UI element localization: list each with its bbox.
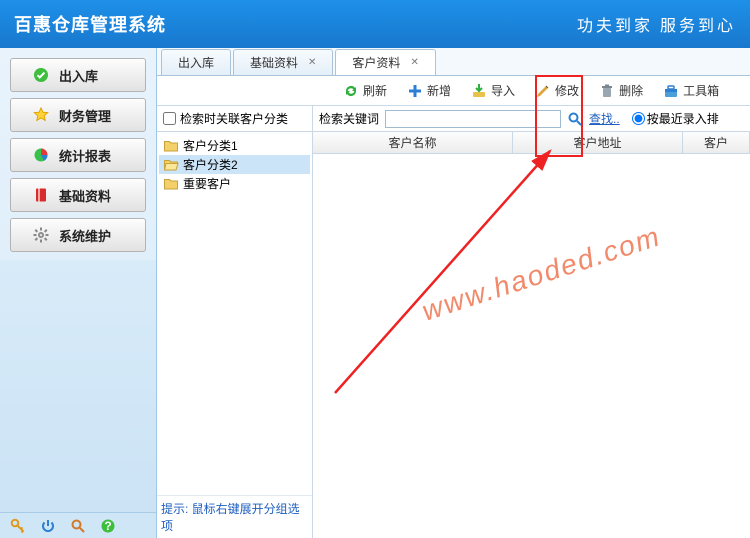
sidebar-item-label: 财务管理 — [59, 106, 111, 125]
tree-item[interactable]: 客户分类1 — [159, 136, 310, 155]
column-header-address[interactable]: 客户地址 — [513, 132, 683, 153]
sidebar-item-maintenance[interactable]: 系统维护 — [10, 218, 146, 252]
sidebar-bottom-toolbar: ? — [0, 512, 156, 538]
sidebar-item-basicdata[interactable]: 基础资料 — [10, 178, 146, 212]
column-header-name[interactable]: 客户名称 — [313, 132, 513, 153]
tab-label: 客户资料 — [352, 54, 400, 71]
keyword-label: 检索关键词 — [319, 110, 379, 127]
tree-item[interactable]: 重要客户 — [159, 174, 310, 193]
refresh-button[interactable]: 刷新 — [335, 79, 395, 102]
add-button[interactable]: 新增 — [399, 79, 459, 102]
sidebar-item-label: 统计报表 — [59, 146, 111, 165]
star-icon — [33, 107, 49, 123]
import-button[interactable]: 导入 — [463, 79, 523, 102]
toolbox-button[interactable]: 工具箱 — [655, 79, 727, 102]
folder-icon — [163, 138, 179, 154]
tab-inout[interactable]: 出入库 — [161, 49, 231, 75]
check-circle-icon — [33, 67, 49, 83]
sidebar-item-inout[interactable]: 出入库 — [10, 58, 146, 92]
keyword-input[interactable] — [385, 110, 561, 128]
folder-open-icon — [163, 157, 179, 173]
tab-basicdata[interactable]: 基础资料 ✕ — [233, 49, 333, 75]
grid-header: 客户名称 客户地址 客户 — [313, 132, 750, 154]
trash-icon — [599, 83, 615, 99]
toolbar-label: 新增 — [427, 82, 451, 99]
import-icon — [471, 83, 487, 99]
sidebar-item-label: 基础资料 — [59, 186, 111, 205]
category-tree-pane: 客户分类1 客户分类2 重要客户 提示: 鼠标右键展开分组选项 — [157, 132, 313, 538]
sidebar-item-stats[interactable]: 统计报表 — [10, 138, 146, 172]
toolbox-icon — [663, 83, 679, 99]
toolbar-label: 刷新 — [363, 82, 387, 99]
edit-button[interactable]: 修改 — [527, 79, 587, 102]
content-area: 出入库 基础资料 ✕ 客户资料 ✕ 刷新 新增 导入 — [157, 48, 750, 538]
column-header-extra[interactable]: 客户 — [683, 132, 750, 153]
toolbar-label: 删除 — [619, 82, 643, 99]
checkbox-label: 检索时关联客户分类 — [180, 110, 288, 127]
tree-item-label: 客户分类1 — [183, 137, 238, 154]
sidebar-item-label: 出入库 — [59, 66, 98, 85]
search-bar: 检索时关联客户分类 检索关键词 查找.. 按最近录入排 — [157, 106, 750, 132]
key-icon[interactable] — [10, 518, 26, 534]
folder-icon — [163, 176, 179, 192]
tab-customers[interactable]: 客户资料 ✕ — [335, 49, 435, 75]
app-slogan: 功夫到家 服务到心 — [577, 12, 736, 36]
toolbar-label: 工具箱 — [683, 82, 719, 99]
category-tree: 客户分类1 客户分类2 重要客户 — [157, 132, 312, 495]
find-link[interactable]: 查找.. — [589, 110, 620, 127]
close-icon[interactable]: ✕ — [308, 57, 316, 68]
toolbar: 刷新 新增 导入 修改 删除 工具箱 — [157, 76, 750, 106]
svg-text:?: ? — [104, 519, 111, 533]
plus-icon — [407, 83, 423, 99]
grid-body[interactable] — [313, 154, 750, 538]
tab-label: 出入库 — [178, 54, 214, 71]
tree-item-label: 重要客户 — [183, 175, 231, 192]
app-title: 百惠仓库管理系统 — [14, 11, 166, 37]
tree-item[interactable]: 客户分类2 — [159, 155, 310, 174]
pie-chart-icon — [33, 147, 49, 163]
work-area: 客户分类1 客户分类2 重要客户 提示: 鼠标右键展开分组选项 — [157, 132, 750, 538]
sort-recent-radio[interactable] — [632, 112, 645, 125]
toolbar-label: 修改 — [555, 82, 579, 99]
edit-icon — [535, 83, 551, 99]
sidebar-item-finance[interactable]: 财务管理 — [10, 98, 146, 132]
sidebar-item-label: 系统维护 — [59, 226, 111, 245]
tab-label: 基础资料 — [250, 54, 298, 71]
sidebar: 出入库 财务管理 统计报表 基础资料 — [0, 48, 157, 538]
titlebar: 百惠仓库管理系统 功夫到家 服务到心 — [0, 0, 750, 48]
book-icon — [33, 187, 49, 203]
grid-pane: 客户名称 客户地址 客户 — [313, 132, 750, 538]
search-db-icon[interactable] — [70, 518, 86, 534]
help-icon[interactable]: ? — [100, 518, 116, 534]
tree-item-label: 客户分类2 — [183, 156, 238, 173]
toolbar-label: 导入 — [491, 82, 515, 99]
tree-hint: 提示: 鼠标右键展开分组选项 — [157, 495, 312, 538]
refresh-icon — [343, 83, 359, 99]
radio-label: 按最近录入排 — [647, 110, 719, 127]
close-icon[interactable]: ✕ — [410, 57, 418, 68]
main-area: 出入库 财务管理 统计报表 基础资料 — [0, 48, 750, 538]
power-icon[interactable] — [40, 518, 56, 534]
gear-icon — [33, 227, 49, 243]
tabstrip: 出入库 基础资料 ✕ 客户资料 ✕ — [157, 48, 750, 76]
search-icon[interactable] — [567, 111, 583, 127]
assoc-category-checkbox[interactable] — [163, 112, 176, 125]
delete-button[interactable]: 删除 — [591, 79, 651, 102]
